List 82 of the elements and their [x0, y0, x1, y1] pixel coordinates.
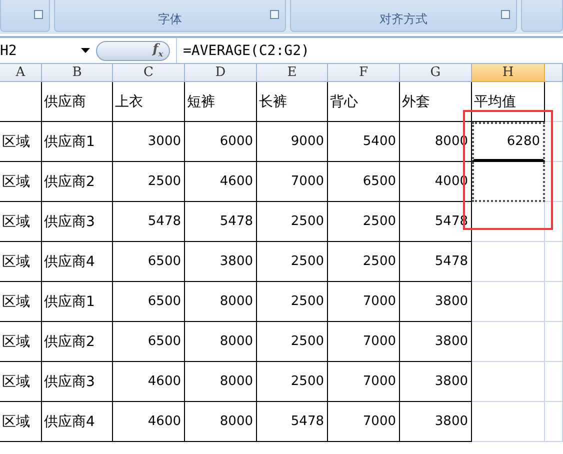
table-cell: 供应商4 — [42, 402, 113, 442]
table-cell: 5478 — [400, 242, 472, 282]
table-cell: 供应商4 — [42, 242, 113, 282]
dialog-launcher-icon[interactable] — [270, 10, 279, 19]
table-cell: 6500 — [113, 242, 185, 282]
table-cell: 4600 — [185, 162, 257, 202]
empty-cell[interactable] — [472, 162, 545, 202]
table-cell: 3000 — [113, 122, 185, 162]
table-cell: 区域 — [0, 402, 42, 442]
column-header[interactable]: F — [328, 64, 400, 82]
dialog-launcher-icon[interactable] — [501, 10, 510, 19]
table-cell: 7000 — [328, 322, 400, 362]
table-cell: 8000 — [185, 362, 257, 402]
table-cell: 外套 — [400, 82, 472, 122]
table-cell: 2500 — [257, 282, 328, 322]
column-header[interactable] — [545, 64, 563, 82]
table-cell: 供应商2 — [42, 322, 113, 362]
column-header[interactable]: G — [400, 64, 472, 82]
ribbon-group — [521, 0, 563, 32]
ribbon-group-label: 对齐方式 — [380, 11, 428, 28]
table-cell: 平均值 — [472, 82, 545, 122]
table-cell: 3800 — [400, 362, 472, 402]
table-cell: 6280 — [472, 122, 545, 162]
table-cell: 上衣 — [113, 82, 185, 122]
empty-cell[interactable] — [0, 82, 42, 122]
caret-icon[interactable] — [81, 48, 90, 53]
table-cell: 2500 — [328, 242, 400, 282]
table-cell: 5478 — [185, 202, 257, 242]
table-cell: 供应商3 — [42, 202, 113, 242]
name-box[interactable]: H2 — [0, 42, 92, 58]
formula-input[interactable]: =AVERAGE(C2:G2) — [176, 38, 563, 63]
table-cell: 供应商2 — [42, 162, 113, 202]
table-cell: 2500 — [113, 162, 185, 202]
table-cell: 长裤 — [257, 82, 328, 122]
table-cell: 区域 — [0, 282, 42, 322]
table-cell: 区域 — [0, 202, 42, 242]
table-cell: 6500 — [328, 162, 400, 202]
table-cell: 5478 — [113, 202, 185, 242]
table-cell: 7000 — [328, 362, 400, 402]
column-header[interactable]: E — [257, 64, 328, 82]
table-cell: 区域 — [0, 322, 42, 362]
column-header[interactable]: C — [113, 64, 185, 82]
table-cell: 6500 — [113, 282, 185, 322]
table-cell: 4600 — [113, 362, 185, 402]
table-cell: 供应商 — [42, 82, 113, 122]
table-cell: 2500 — [257, 242, 328, 282]
column-header[interactable]: D — [185, 64, 257, 82]
column-header[interactable]: B — [42, 64, 113, 82]
table-cell: 3800 — [400, 402, 472, 442]
table-cell: 区域 — [0, 362, 42, 402]
table-cell: 2500 — [328, 202, 400, 242]
table-cell: 8000 — [185, 402, 257, 442]
table-cell: 2500 — [257, 362, 328, 402]
dialog-launcher-icon[interactable] — [34, 10, 43, 19]
table-cell: 区域 — [0, 162, 42, 202]
table-cell: 区域 — [0, 122, 42, 162]
table-cell: 6500 — [113, 322, 185, 362]
table-cell: 供应商3 — [42, 362, 113, 402]
column-header[interactable]: A — [0, 64, 42, 82]
table-cell: 3800 — [400, 322, 472, 362]
table-cell: 5400 — [328, 122, 400, 162]
column-header[interactable]: H — [472, 64, 545, 82]
table-cell: 3800 — [400, 282, 472, 322]
table-cell: 2500 — [257, 202, 328, 242]
table-cell: 供应商1 — [42, 122, 113, 162]
table-cell: 4600 — [113, 402, 185, 442]
table-cell: 3800 — [185, 242, 257, 282]
table-cell: 供应商1 — [42, 282, 113, 322]
table-cell: 7000 — [328, 282, 400, 322]
table-cell: 8000 — [185, 282, 257, 322]
table-cell: 2500 — [257, 322, 328, 362]
function-button[interactable]: f$_{x}$ — [96, 40, 170, 60]
table-cell: 6000 — [185, 122, 257, 162]
table-cell: 5478 — [257, 402, 328, 442]
table-cell: 背心 — [328, 82, 400, 122]
table-cell: 7000 — [328, 402, 400, 442]
table-cell: 短裤 — [185, 82, 257, 122]
table-cell: 7000 — [257, 162, 328, 202]
ribbon-group-label: 字体 — [158, 11, 182, 28]
table-cell: 8000 — [185, 322, 257, 362]
table-cell: 区域 — [0, 242, 42, 282]
table-cell: 9000 — [257, 122, 328, 162]
